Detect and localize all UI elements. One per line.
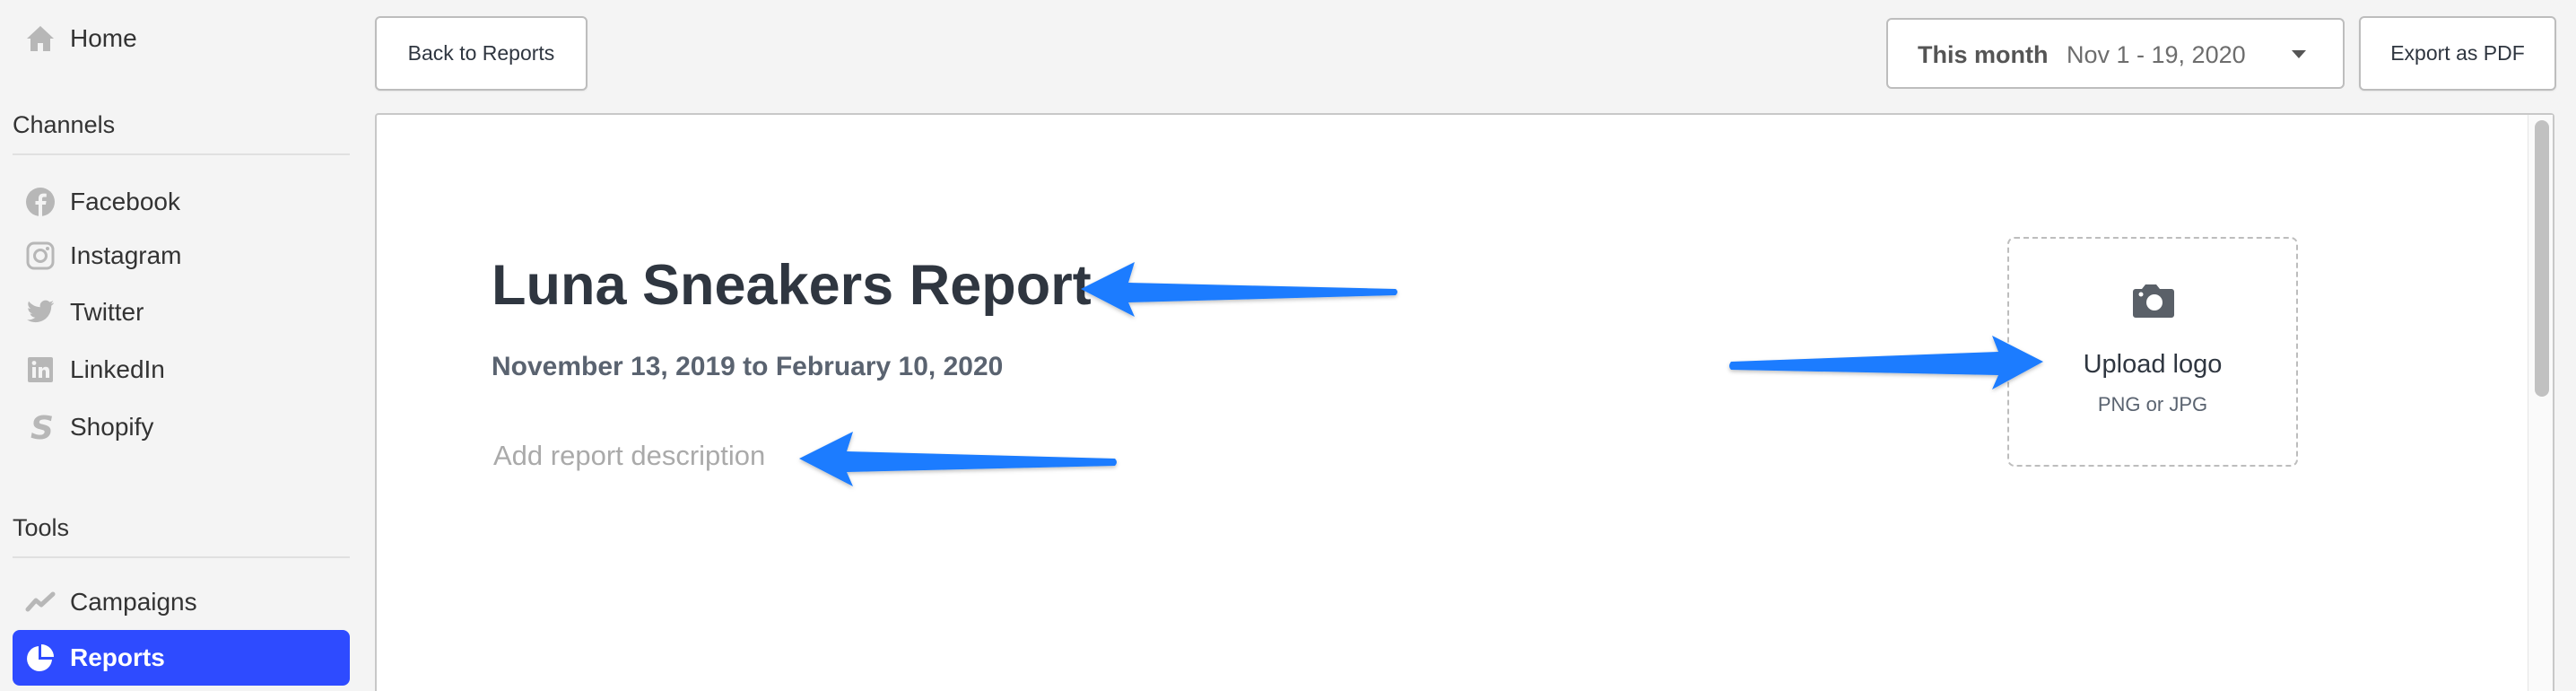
section-divider [13,556,350,558]
upload-logo-title: Upload logo [2083,350,2223,379]
sidebar-item-label: Reports [70,643,165,671]
instagram-icon [25,241,56,271]
pie-chart-icon [25,643,56,673]
report-title[interactable]: Luna Sneakers Report [492,253,1092,318]
section-heading-tools: Tools [13,514,70,541]
sidebar-item-label: Campaigns [70,588,197,616]
section-divider [13,153,350,155]
shopify-icon: S [25,412,56,442]
sidebar-item-label: Facebook [70,188,180,215]
sidebar-item-twitter[interactable]: Twitter [13,284,350,340]
upload-logo-dropzone[interactable]: Upload logo PNG or JPG [2007,237,2298,467]
upload-logo-hint: PNG or JPG [2097,393,2208,415]
sidebar-item-label: LinkedIn [70,355,165,383]
trend-line-icon [25,587,56,617]
date-preset-label: This month [1918,41,2049,68]
sidebar-item-reports[interactable]: Reports [13,630,350,686]
home-icon [25,23,56,54]
back-to-reports-button[interactable]: Back to Reports [375,16,587,91]
twitter-icon [25,297,56,328]
sidebar-item-campaigns[interactable]: Campaigns [13,574,350,630]
facebook-icon [25,187,56,217]
chevron-down-icon [2292,50,2306,58]
scrollbar-thumb[interactable] [2535,120,2549,397]
sidebar-item-instagram[interactable]: Instagram [13,228,350,284]
report-description-input[interactable] [493,440,1031,472]
sidebar-item-label: Instagram [70,241,182,269]
date-range-picker[interactable]: This month Nov 1 - 19, 2020 [1886,18,2345,89]
export-pdf-button[interactable]: Export as PDF [2359,16,2556,91]
sidebar-item-linkedin[interactable]: LinkedIn [13,342,350,398]
report-date-range: November 13, 2019 to February 10, 2020 [492,352,1004,381]
sidebar-item-shopify[interactable]: S Shopify [13,399,350,455]
section-heading-channels: Channels [13,111,116,138]
sidebar-item-facebook[interactable]: Facebook [13,174,350,230]
sidebar-item-label: Home [70,24,137,52]
linkedin-icon [25,354,56,385]
sidebar: Home Channels Facebook Instagram Twitter… [0,0,359,691]
camera-icon [2133,282,2174,318]
date-range-value: Nov 1 - 19, 2020 [2067,41,2246,68]
sidebar-item-label: Twitter [70,298,144,326]
svg-text:S: S [30,412,52,442]
sidebar-item-home[interactable]: Home [13,11,350,66]
sidebar-item-label: Shopify [70,413,154,441]
